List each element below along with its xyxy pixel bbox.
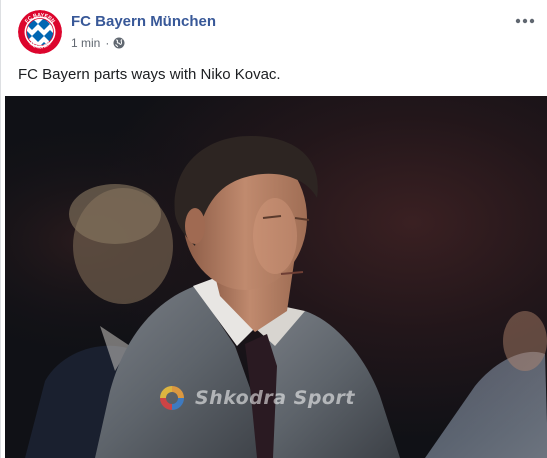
watermark-text: Shkodra Sport (195, 387, 355, 409)
post-header: FC BAYERN MÜNCHEN FC Bayern München 1 mi… (1, 0, 547, 62)
post-photo[interactable]: Shkodra Sport (5, 96, 547, 458)
post-message: FC Bayern parts ways with Niko Kovac. (18, 66, 281, 83)
fc-bayern-logo: FC BAYERN MÜNCHEN (18, 10, 62, 54)
post-meta: 1 min · (71, 36, 125, 50)
page-avatar[interactable]: FC BAYERN MÜNCHEN (18, 10, 62, 54)
watermark: Shkodra Sport (157, 383, 355, 413)
more-options-icon[interactable] (514, 13, 536, 29)
meta-separator: · (105, 36, 110, 50)
post-timestamp[interactable]: 1 min (71, 36, 100, 50)
shkodra-sport-logo-icon (160, 386, 184, 410)
page-name-link[interactable]: FC Bayern München (71, 13, 216, 30)
facebook-post: FC BAYERN MÜNCHEN FC Bayern München 1 mi… (0, 0, 547, 458)
globe-icon[interactable] (113, 37, 125, 49)
